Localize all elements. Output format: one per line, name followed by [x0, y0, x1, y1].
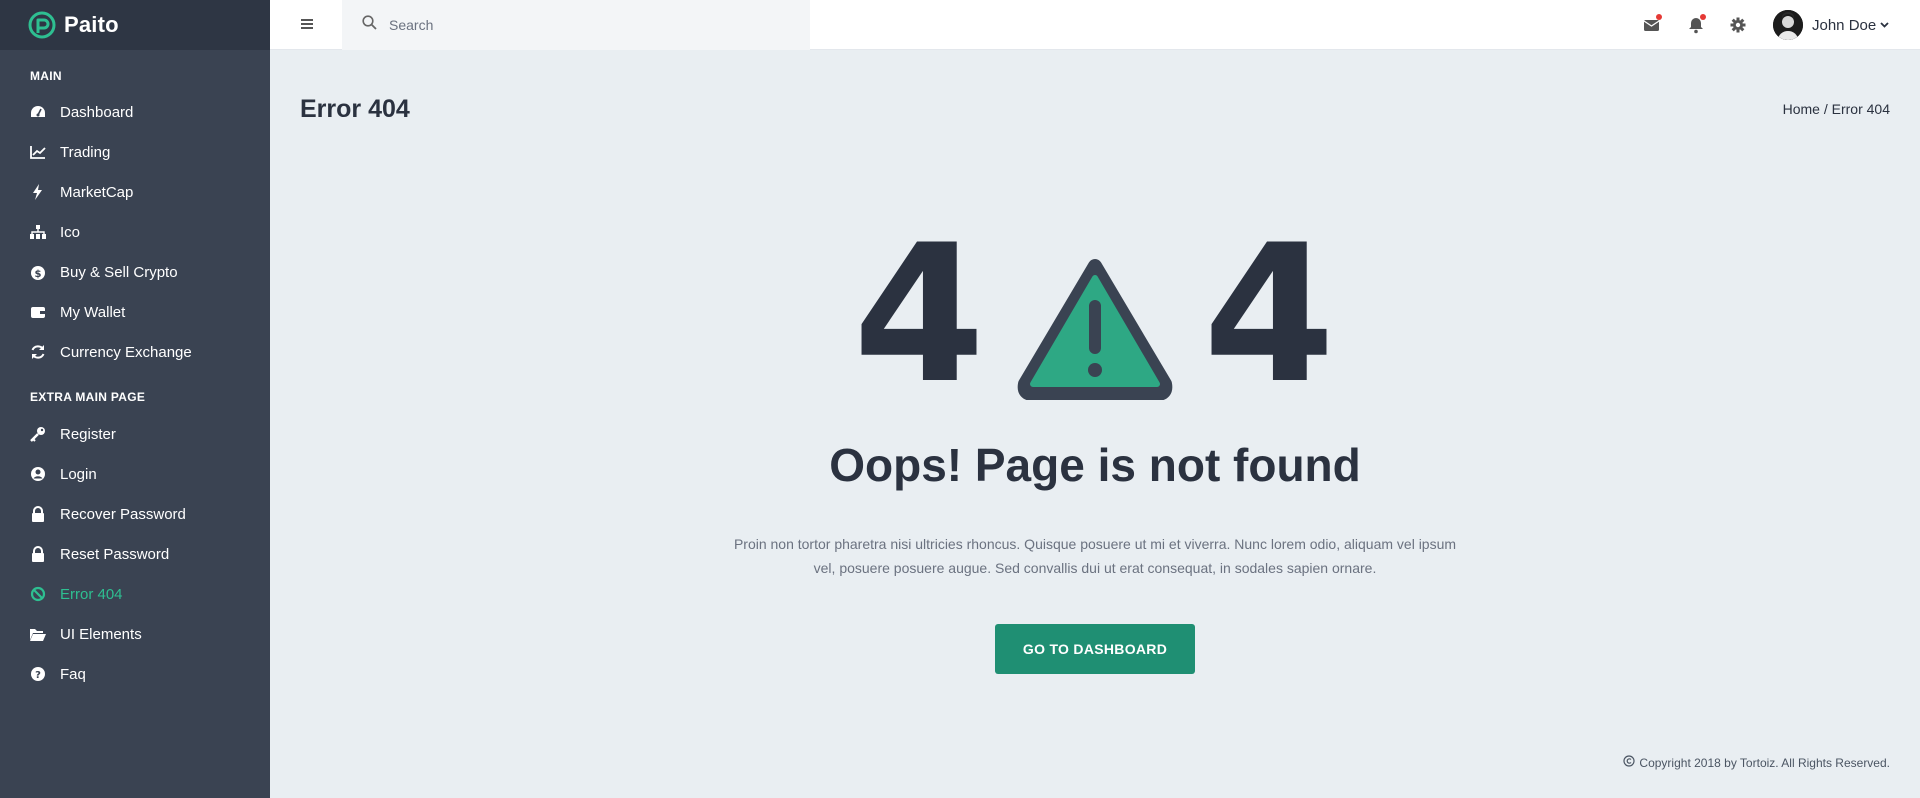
- sidebar-item-label: Buy & Sell Crypto: [60, 263, 178, 281]
- money-bag-icon: $: [30, 264, 46, 280]
- bell-icon[interactable]: [1687, 14, 1706, 34]
- error-description: Proin non tortor pharetra nisi ultricies…: [700, 532, 1490, 580]
- error-404-graphic: 4 4: [850, 220, 1340, 410]
- wallet-icon: [30, 304, 46, 320]
- user-circle-icon: [30, 466, 46, 482]
- dashboard-icon: [30, 104, 46, 120]
- gear-icon[interactable]: [1729, 16, 1747, 34]
- sidebar-item-label: Login: [60, 465, 97, 483]
- topbar: John Doe: [270, 0, 1920, 50]
- sidebar-item-label: Ico: [60, 223, 81, 241]
- line-chart-icon: [30, 144, 46, 160]
- svg-text:$: $: [35, 269, 42, 280]
- sidebar: Paito Main Dashboard Trading MarketCap I…: [0, 0, 270, 798]
- ban-icon: [30, 586, 46, 602]
- error-description-line1: Proin non tortor pharetra nisi ultricies…: [733, 536, 1457, 552]
- section-title-main: Main: [30, 69, 62, 83]
- sidebar-item-label: Faq: [60, 665, 86, 683]
- user-menu[interactable]: John Doe: [1773, 10, 1889, 40]
- breadcrumb[interactable]: Home / Error 404: [1783, 101, 1890, 117]
- sidebar-item-label: Reset Password: [60, 545, 170, 563]
- sidebar-item-reset-password[interactable]: Reset Password: [0, 534, 270, 574]
- warning-triangle-icon: [1017, 256, 1173, 405]
- error-description-line2: vel, posuere posuere augue. Sed convalli…: [813, 560, 1377, 576]
- mail-notification-dot: [1656, 14, 1662, 20]
- sidebar-item-label: Trading: [60, 143, 111, 161]
- folder-open-icon: [30, 626, 46, 642]
- sidebar-item-label: My Wallet: [60, 303, 126, 321]
- mail-icon[interactable]: [1643, 14, 1662, 34]
- sidebar-item-dashboard[interactable]: Dashboard: [0, 92, 270, 132]
- bell-notification-dot: [1700, 14, 1706, 20]
- sidebar-item-ui-elements[interactable]: UI Elements: [0, 614, 270, 654]
- sidebar-item-login[interactable]: Login: [0, 454, 270, 494]
- sidebar-item-ico[interactable]: Ico: [0, 212, 270, 252]
- sidebar-item-label: UI Elements: [60, 625, 142, 643]
- sidebar-item-recover-password[interactable]: Recover Password: [0, 494, 270, 534]
- sidebar-item-buy-sell-crypto[interactable]: $ Buy & Sell Crypto: [0, 252, 270, 292]
- key-icon: [30, 426, 46, 442]
- sidebar-item-label: Error 404: [60, 585, 123, 603]
- sidebar-item-label: Register: [60, 425, 116, 443]
- hamburger-menu-icon[interactable]: [300, 17, 314, 31]
- search-input[interactable]: [389, 17, 789, 33]
- sidebar-item-label: Recover Password: [60, 505, 186, 523]
- avatar: [1773, 10, 1803, 40]
- sitemap-icon: [30, 224, 46, 240]
- sidebar-item-register[interactable]: Register: [0, 414, 270, 454]
- go-to-dashboard-button[interactable]: GO TO DASHBOARD: [995, 624, 1195, 674]
- paito-logo-icon: [28, 11, 56, 39]
- error-digit-right: 4: [1203, 204, 1336, 425]
- brand-name: Paito: [64, 12, 119, 37]
- chevron-down-icon: [1880, 16, 1889, 34]
- error-digit-left: 4: [853, 204, 986, 425]
- lock-icon: [30, 506, 46, 522]
- section-title-extra: Extra Main Page: [30, 390, 146, 404]
- refresh-icon: [30, 344, 46, 360]
- sidebar-item-label: Currency Exchange: [60, 343, 192, 361]
- bolt-icon: [30, 184, 46, 200]
- sidebar-item-trading[interactable]: Trading: [0, 132, 270, 172]
- sidebar-item-my-wallet[interactable]: My Wallet: [0, 292, 270, 332]
- sidebar-item-error-404[interactable]: Error 404: [0, 574, 270, 614]
- sidebar-item-marketcap[interactable]: MarketCap: [0, 172, 270, 212]
- question-circle-icon: ?: [30, 666, 46, 682]
- footer: Copyright 2018 by Tortoiz. All Rights Re…: [1623, 755, 1890, 770]
- sidebar-item-label: Dashboard: [60, 103, 134, 121]
- brand[interactable]: Paito: [0, 0, 270, 50]
- user-name: John Doe: [1812, 16, 1877, 34]
- lock-icon: [30, 546, 46, 562]
- page-title: Error 404: [300, 95, 410, 123]
- svg-text:?: ?: [35, 670, 41, 681]
- sidebar-item-label: MarketCap: [60, 183, 134, 201]
- search-box: [342, 0, 810, 50]
- copyright-icon: [1623, 755, 1636, 770]
- sidebar-item-currency-exchange[interactable]: Currency Exchange: [0, 332, 270, 372]
- sidebar-item-faq[interactable]: ? Faq: [0, 654, 270, 694]
- copyright-text: Copyright 2018 by Tortoiz. All Rights Re…: [1639, 755, 1890, 770]
- search-icon: [362, 15, 377, 35]
- error-heading: Oops! Page is not found: [829, 439, 1361, 491]
